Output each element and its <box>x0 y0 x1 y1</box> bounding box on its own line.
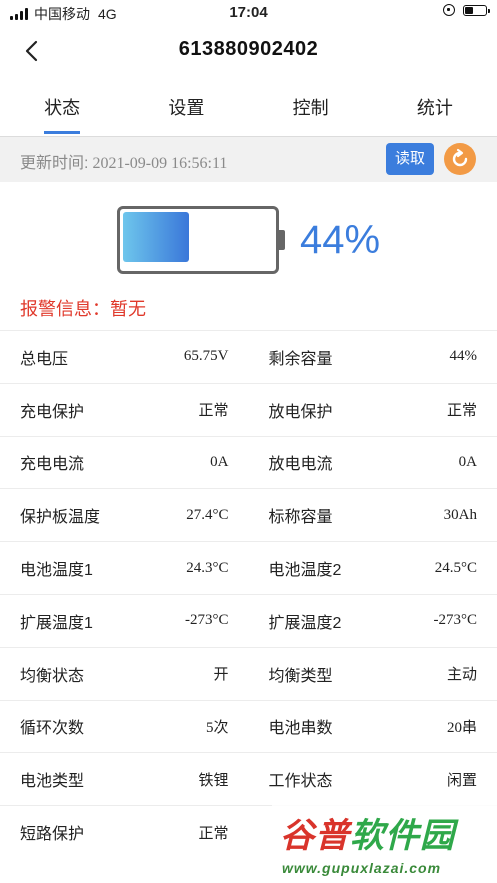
data-cell: 充电电流 0A <box>0 437 249 489</box>
data-cell: 电池类型 铁锂 <box>0 753 249 805</box>
table-row: 扩展温度1 -273°C 扩展温度2 -273°C <box>0 593 497 647</box>
watermark-logo: 谷普软件园 <box>280 816 455 856</box>
data-label: 充电电流 <box>20 456 85 474</box>
data-value: 铁锂 <box>198 772 229 789</box>
tab-settings[interactable]: 设置 <box>124 78 248 134</box>
data-cell: 电池温度1 24.3°C <box>0 542 249 594</box>
data-cell: 扩展温度1 -273°C <box>0 595 249 647</box>
data-cell: 充电保护 正常 <box>0 384 249 436</box>
status-battery-icon <box>463 4 490 16</box>
battery-cap <box>279 230 285 250</box>
data-label: 剩余容量 <box>268 350 333 368</box>
table-row: 循环次数 5次 电池串数 20串 <box>0 699 497 753</box>
status-data-grid: 总电压 65.75V 剩余容量 44% 充电保护 正常 放电保护 正常 充电电流 0A 放电电流 0A… <box>0 330 497 858</box>
data-label: 短路保护 <box>20 826 85 844</box>
page-title: 613880902402 <box>178 38 319 60</box>
data-value: 65.75V <box>183 348 229 365</box>
data-label: 保护板温度 <box>20 509 101 527</box>
data-value: 正常 <box>198 403 229 420</box>
table-row: 电池类型 铁锂 工作状态 闲置 <box>0 752 497 805</box>
table-row: 总电压 65.75V 剩余容量 44% <box>0 330 497 383</box>
data-value: 主动 <box>446 667 477 684</box>
data-label: 循环次数 <box>20 720 85 738</box>
refresh-icon <box>452 148 468 167</box>
data-label: 电池温度1 <box>20 562 93 580</box>
data-cell: 电池串数 20串 <box>249 701 497 753</box>
tab-bar: 状态 设置 控制 统计 <box>0 78 497 134</box>
tab-statistics[interactable]: 统计 <box>373 78 497 134</box>
data-value: 24.3°C <box>186 559 229 576</box>
data-cell: 电池温度2 24.5°C <box>249 542 497 594</box>
battery-graphic <box>117 206 287 276</box>
data-cell: 扩展温度2 -273°C <box>249 595 497 647</box>
data-cell: 放电保护 正常 <box>249 384 497 436</box>
data-cell: 剩余容量 44% <box>249 331 497 383</box>
alarm-info: 报警信息：暂无 <box>20 299 146 319</box>
update-time-value: 2021-09-09 16:56:11 <box>92 155 228 172</box>
update-time-text: 更新时间: 2021-09-09 16:56:11 <box>20 149 227 173</box>
table-row: 充电保护 正常 放电保护 正常 <box>0 382 497 436</box>
data-value: -273°C <box>185 612 229 629</box>
data-label: 均衡状态 <box>20 667 85 685</box>
data-label: 电池串数 <box>268 720 333 738</box>
battery-fill <box>123 212 189 262</box>
data-cell: 循环次数 5次 <box>0 701 249 753</box>
data-cell: 均衡类型 主动 <box>249 648 497 700</box>
table-row: 保护板温度 27.4°C 标称容量 30Ah <box>0 488 497 541</box>
update-bar: 更新时间: 2021-09-09 16:56:11 读取 <box>0 136 497 182</box>
data-label: 扩展温度2 <box>268 614 342 632</box>
data-value: 0A <box>210 453 229 470</box>
data-label: 扩展温度1 <box>20 614 93 632</box>
data-value: 30Ah <box>443 506 477 523</box>
data-value: 闲置 <box>446 772 477 789</box>
status-bar-right <box>443 4 490 16</box>
status-bar: 中国移动 4G 17:04 <box>0 0 497 26</box>
watermark-url: www.gupuxlazai.com <box>282 860 442 876</box>
data-cell: 保护板温度 27.4°C <box>0 489 249 541</box>
tab-status[interactable]: 状态 <box>0 78 124 134</box>
table-row: 电池温度1 24.3°C 电池温度2 24.5°C <box>0 541 497 594</box>
data-label: 放电电流 <box>268 456 333 474</box>
data-cell: 工作状态 闲置 <box>249 753 497 805</box>
data-value: 44% <box>449 348 478 365</box>
data-label: 电池温度2 <box>268 562 342 580</box>
data-label: 标称容量 <box>268 509 333 527</box>
data-label: 均衡类型 <box>268 667 333 685</box>
data-value: 正常 <box>446 403 477 420</box>
data-label: 充电保护 <box>20 403 85 421</box>
data-value: 正常 <box>198 825 229 842</box>
refresh-button[interactable] <box>444 143 476 175</box>
data-label: 放电保护 <box>268 403 333 421</box>
table-row: 充电电流 0A 放电电流 0A <box>0 435 497 489</box>
data-value: -273°C <box>433 612 478 629</box>
data-cell: 标称容量 30Ah <box>249 489 497 541</box>
data-cell: 短路保护 正常 <box>0 806 249 858</box>
data-label: 电池类型 <box>20 773 85 791</box>
status-time: 17:04 <box>229 4 268 21</box>
nav-bar: 613880902402 <box>0 26 497 76</box>
data-value: 20串 <box>446 719 477 736</box>
data-cell: 放电电流 0A <box>249 437 497 489</box>
data-value: 0A <box>458 453 477 470</box>
update-time-label: 更新时间: <box>20 155 89 172</box>
watermark: 谷普软件园 www.gupuxlazai.com <box>272 804 497 883</box>
orientation-lock-icon <box>443 4 455 16</box>
data-value: 27.4°C <box>186 506 229 523</box>
data-cell: 总电压 65.75V <box>0 331 249 383</box>
data-value: 开 <box>213 667 229 684</box>
battery-percent: 44% <box>300 218 381 262</box>
data-label: 总电压 <box>20 350 69 368</box>
tab-control[interactable]: 控制 <box>249 78 373 134</box>
data-label: 工作状态 <box>268 773 333 791</box>
table-row: 均衡状态 开 均衡类型 主动 <box>0 646 497 700</box>
read-button[interactable]: 读取 <box>386 143 434 175</box>
data-cell: 均衡状态 开 <box>0 648 249 700</box>
data-value: 24.5°C <box>434 559 477 576</box>
data-value: 5次 <box>205 719 229 736</box>
